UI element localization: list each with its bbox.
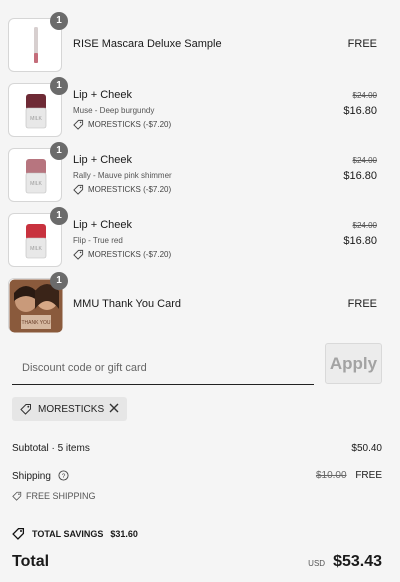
currency-code: USD [308,559,326,568]
line-item: MILK 1 Lip + Cheek Flip - True red MORES… [0,207,400,279]
help-icon[interactable]: ? [58,470,69,481]
product-name: MMU Thank You Card [73,298,182,310]
tag-icon [73,184,84,195]
discount-code-text: MORESTICKS (-$7.20) [88,120,172,129]
apply-discount-button[interactable]: Apply [325,343,382,384]
savings-value: $31.60 [110,528,138,539]
shipping-label: Shipping [12,471,51,482]
discount-code-line: MORESTICKS (-$7.20) [73,249,171,260]
subtotal-value: $50.40 [351,443,382,454]
quantity-badge: 1 [50,272,68,290]
line-item: THANK YOU 1 MMU Thank You Card FREE [0,272,400,344]
product-thumbnail: MILK 1 [8,77,68,137]
product-thumbnail: 1 [8,12,68,72]
line-item: MILK 1 Lip + Cheek Muse - Deep burgundy … [0,77,400,149]
line-item: MILK 1 Lip + Cheek Rally - Mauve pink sh… [0,142,400,214]
discount-code-line: MORESTICKS (-$7.20) [73,184,171,195]
discount-code-input[interactable] [12,343,314,385]
product-price: $16.80 [343,105,377,117]
remove-code-icon[interactable] [107,401,121,415]
subtotal-label: Subtotal · 5 items [12,443,90,454]
product-price: $16.80 [343,170,377,182]
product-price: FREE [347,38,377,50]
product-thumbnail: MILK 1 [8,142,68,202]
product-variant: Flip - True red [73,236,123,245]
free-shipping-note: FREE SHIPPING [12,491,96,501]
quantity-badge: 1 [50,207,68,225]
quantity-badge: 1 [50,12,68,30]
shipping-original-price: $10.00 [315,470,347,481]
shipping-value: FREE [355,470,382,481]
svg-text:?: ? [61,473,65,480]
svg-text:MILK: MILK [30,181,42,187]
product-price: FREE [347,298,377,310]
product-name: Lip + Cheek [73,89,133,101]
tag-icon [73,119,84,130]
free-shipping-text: FREE SHIPPING [26,491,96,501]
tag-icon [12,527,25,540]
total-label: Total [12,553,50,570]
total-amount-group: USD $53.43 [308,553,382,571]
savings-label: TOTAL SAVINGS [32,528,104,539]
tag-icon [20,404,31,415]
total-amount: $53.43 [333,553,382,570]
shipping-value-group: $10.00 FREE [316,470,382,481]
applied-discount-chip: MORESTICKS [12,397,127,421]
quantity-badge: 1 [50,77,68,95]
svg-text:MILK: MILK [30,116,42,122]
discount-code-text: MORESTICKS (-$7.20) [88,185,172,194]
product-price: $16.80 [343,235,377,247]
tag-icon [12,491,22,501]
original-price: $24.00 [352,91,377,100]
original-price: $24.00 [352,221,377,230]
line-item: 1 RISE Mascara Deluxe Sample FREE [0,12,400,84]
applied-code-text: MORESTICKS [38,403,105,415]
product-variant: Rally - Mauve pink shimmer [73,171,172,180]
total-savings: TOTAL SAVINGS $31.60 [12,527,138,540]
product-thumbnail: THANK YOU 1 [8,272,68,333]
product-variant: Muse - Deep burgundy [73,106,155,115]
product-name: Lip + Cheek [73,154,133,166]
tag-icon [73,249,84,260]
svg-text:THANK YOU: THANK YOU [21,320,50,326]
product-thumbnail: MILK 1 [8,207,68,267]
shipping-label-group: Shipping ? [12,470,69,482]
svg-text:MILK: MILK [30,246,42,252]
discount-code-text: MORESTICKS (-$7.20) [88,250,172,259]
quantity-badge: 1 [50,142,68,160]
product-name: RISE Mascara Deluxe Sample [73,38,222,50]
original-price: $24.00 [352,156,377,165]
discount-code-line: MORESTICKS (-$7.20) [73,119,171,130]
product-name: Lip + Cheek [73,219,133,231]
